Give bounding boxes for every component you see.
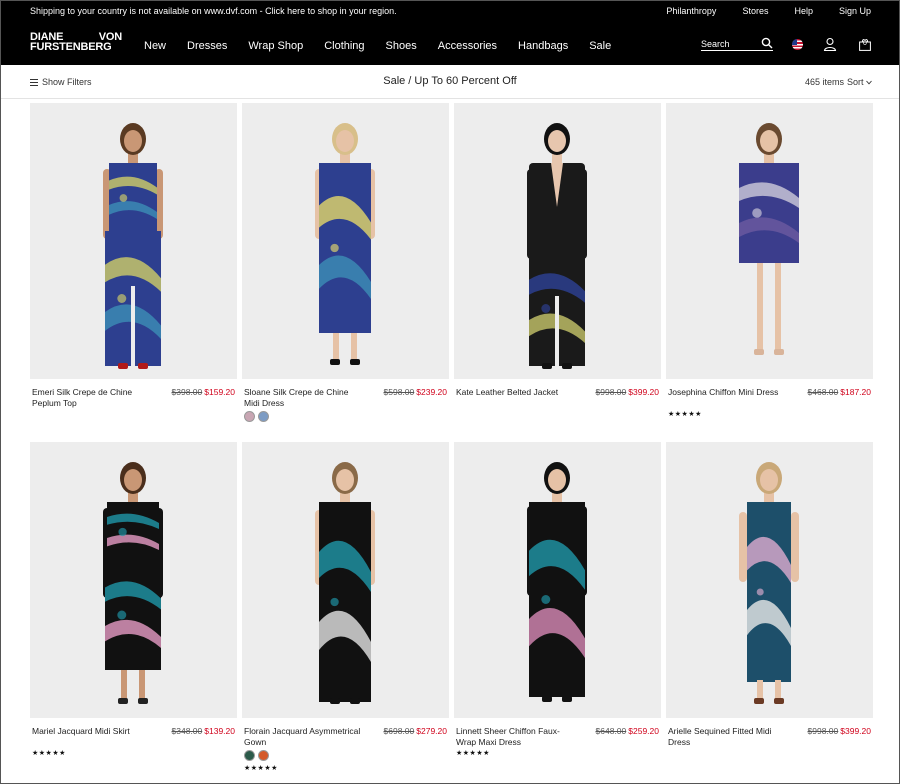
color-swatch[interactable] [258, 411, 269, 422]
philanthropy-link[interactable]: Philanthropy [666, 6, 716, 16]
product-prices: $398.00 $159.20 [172, 387, 235, 397]
product-name[interactable]: Sloane Silk Crepe de Chine Midi Dress [244, 387, 362, 408]
sign-up-link[interactable]: Sign Up [839, 6, 871, 16]
star-rating: ★★★★★ [32, 750, 66, 757]
product-name[interactable]: Josephina Chiffon Mini Dress [668, 387, 786, 398]
product-prices: $598.00 $239.20 [384, 387, 447, 397]
search-input[interactable]: Search [701, 37, 773, 51]
product-image[interactable] [454, 442, 661, 718]
item-count: 465 items [805, 77, 845, 87]
original-price: $648.00 [595, 726, 627, 736]
product-name[interactable]: Kate Leather Belted Jacket [456, 387, 574, 398]
product-prices: $998.00 $399.20 [596, 387, 659, 397]
sale-price: $259.20 [628, 726, 659, 736]
sale-price: $187.20 [840, 387, 871, 397]
filter-bar: Show Filters Sale / Up To 60 Percent Off… [1, 65, 899, 99]
original-price: $998.00 [595, 387, 627, 397]
stores-link[interactable]: Stores [742, 6, 768, 16]
search-placeholder: Search [701, 39, 730, 49]
nav-item-new[interactable]: New [144, 40, 166, 52]
product-image[interactable] [242, 103, 449, 379]
product-image[interactable] [454, 103, 661, 379]
sale-price: $279.20 [416, 726, 447, 736]
logo-word-furstenberg: FURSTENBERG [30, 41, 112, 53]
cart-count: 0 [863, 40, 867, 47]
product-prices: $348.00 $139.20 [172, 726, 235, 736]
nav-item-sale[interactable]: Sale [589, 40, 611, 52]
star-rating: ★★★★★ [456, 750, 490, 757]
utility-bar: Shipping to your country is not availabl… [1, 1, 899, 21]
product-image[interactable] [666, 442, 873, 718]
original-price: $348.00 [171, 726, 203, 736]
original-price: $998.00 [807, 726, 839, 736]
sale-price: $399.20 [628, 387, 659, 397]
account-icon[interactable] [823, 37, 837, 51]
star-rating: ★★★★★ [244, 765, 278, 772]
sale-price: $159.20 [204, 387, 235, 397]
product-prices: $998.00 $399.20 [808, 726, 871, 736]
chevron-down-icon [866, 80, 872, 85]
color-swatch[interactable] [258, 750, 269, 761]
original-price: $468.00 [807, 387, 839, 397]
category-nav: New Dresses Wrap Shop Clothing Shoes Acc… [144, 40, 632, 52]
product-image[interactable] [30, 442, 237, 718]
help-link[interactable]: Help [794, 6, 813, 16]
color-swatches [244, 750, 272, 761]
search-icon[interactable] [761, 37, 773, 49]
page-title: Sale / Up To 60 Percent Off [383, 75, 517, 87]
star-rating: ★★★★★ [668, 411, 702, 418]
product-name[interactable]: Florain Jacquard Asymmetrical Gown [244, 726, 362, 747]
nav-item-accessories[interactable]: Accessories [438, 40, 497, 52]
us-flag-icon[interactable] [792, 39, 803, 50]
main-navigation: DIANE VON FURSTENBERG New Dresses Wrap Sh… [1, 21, 899, 65]
original-price: $398.00 [171, 387, 203, 397]
utility-links: Philanthropy Stores Help Sign Up [640, 6, 871, 16]
shipping-notice-link[interactable]: Shipping to your country is not availabl… [30, 6, 397, 16]
sort-label: Sort [847, 77, 864, 87]
product-name[interactable]: Mariel Jacquard Midi Skirt [32, 726, 150, 737]
sort-dropdown[interactable]: Sort [847, 77, 872, 87]
nav-item-clothing[interactable]: Clothing [324, 40, 364, 52]
product-name[interactable]: Emeri Silk Crepe de Chine Peplum Top [32, 387, 150, 408]
page-frame: Shipping to your country is not availabl… [0, 0, 900, 784]
product-image[interactable] [666, 103, 873, 379]
color-swatch[interactable] [244, 750, 255, 761]
product-name[interactable]: Linnett Sheer Chiffon Faux-Wrap Maxi Dre… [456, 726, 574, 747]
sale-price: $239.20 [416, 387, 447, 397]
color-swatch[interactable] [244, 411, 255, 422]
nav-item-dresses[interactable]: Dresses [187, 40, 227, 52]
product-image[interactable] [242, 442, 449, 718]
nav-item-shoes[interactable]: Shoes [386, 40, 417, 52]
original-price: $698.00 [383, 726, 415, 736]
nav-item-handbags[interactable]: Handbags [518, 40, 568, 52]
color-swatches [244, 411, 272, 422]
brand-logo[interactable]: DIANE VON FURSTENBERG [30, 32, 122, 53]
nav-item-wrap-shop[interactable]: Wrap Shop [248, 40, 303, 52]
sale-price: $139.20 [204, 726, 235, 736]
product-name[interactable]: Arielle Sequined Fitted Midi Dress [668, 726, 786, 747]
product-image[interactable] [30, 103, 237, 379]
shopping-bag-button[interactable]: 0 [859, 38, 871, 51]
product-prices: $648.00 $259.20 [596, 726, 659, 736]
original-price: $598.00 [383, 387, 415, 397]
product-prices: $468.00 $187.20 [808, 387, 871, 397]
sale-price: $399.20 [840, 726, 871, 736]
product-prices: $698.00 $279.20 [384, 726, 447, 736]
